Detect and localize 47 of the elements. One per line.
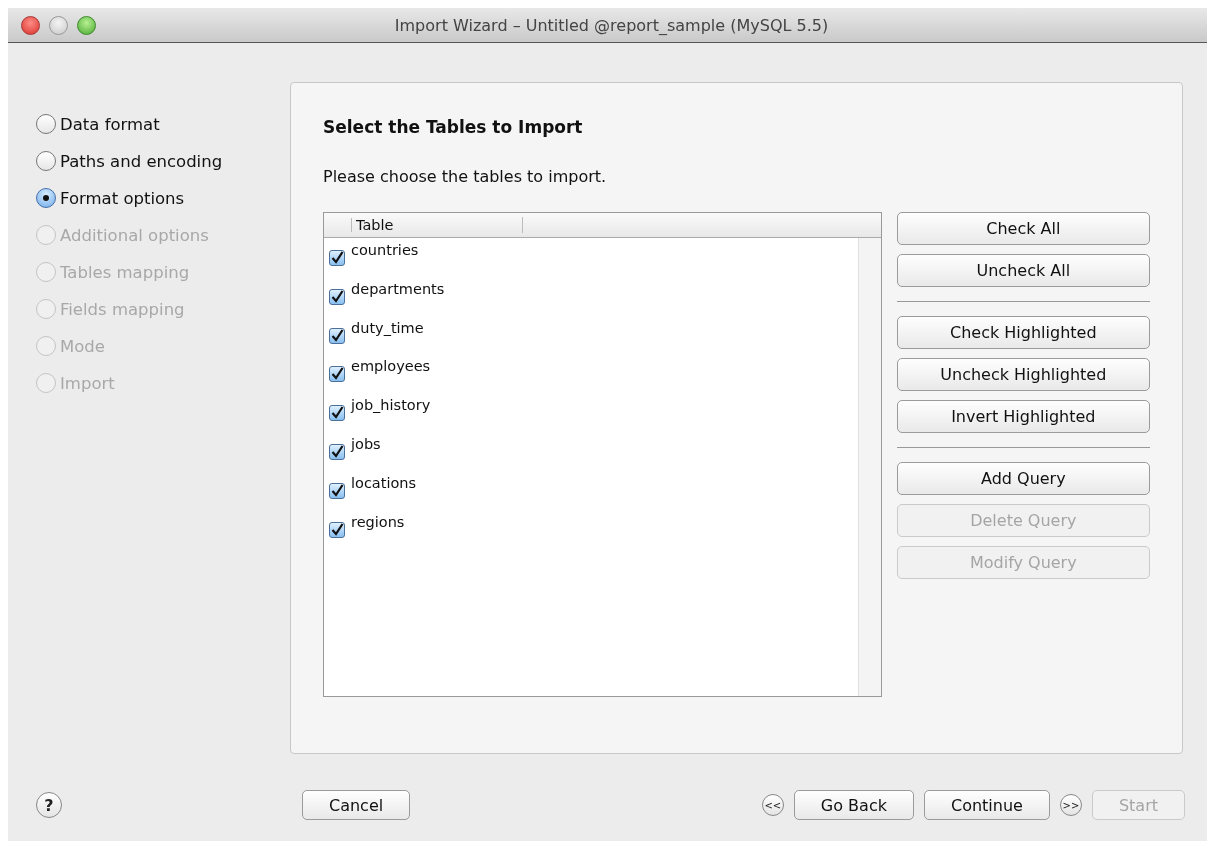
section-heading: Select the Tables to Import (323, 117, 584, 137)
nav-button[interactable]: Go Back (793, 790, 914, 820)
checkbox[interactable] (329, 250, 345, 266)
window-title: Import Wizard – Untitled @report_sample (MySQL 5.5) (393, 15, 830, 35)
step-button[interactable]: >> (1059, 794, 1082, 816)
table-name: locations (351, 474, 417, 491)
step-label: Format options (60, 188, 185, 208)
step-label: Mode (60, 336, 105, 356)
step-label: Import (60, 373, 115, 393)
radio-button[interactable] (36, 188, 56, 208)
column-header[interactable]: Table (352, 217, 523, 233)
checkbox[interactable] (329, 444, 345, 460)
table-name: departments (351, 280, 445, 297)
checkbox[interactable] (329, 482, 345, 499)
step-label: Tables mapping (60, 262, 190, 282)
help-button[interactable]: ? (36, 792, 62, 818)
action-button[interactable]: Invert Highlighted (896, 400, 1150, 433)
table-name: employees (351, 358, 431, 375)
radio-button[interactable] (36, 114, 56, 134)
table-name: job_history (351, 397, 431, 414)
checkbox[interactable] (329, 288, 345, 305)
cancel-button[interactable]: Cancel (302, 790, 411, 820)
table-name: duty_time (351, 319, 424, 336)
step-button[interactable]: << (761, 794, 784, 816)
zoom-icon[interactable] (77, 15, 96, 35)
checkbox[interactable] (329, 521, 345, 538)
checkbox[interactable] (329, 327, 345, 344)
action-button[interactable]: Uncheck Highlighted (896, 358, 1150, 391)
action-button[interactable]: Add Query (896, 462, 1150, 495)
close-icon[interactable] (21, 15, 40, 35)
step-label: Data format (60, 114, 160, 134)
step-label: Fields mapping (60, 299, 185, 319)
radio-button[interactable] (36, 151, 56, 171)
checkbox[interactable] (329, 366, 345, 383)
scroll-track[interactable] (857, 238, 881, 696)
minimize-icon[interactable] (49, 15, 68, 35)
nav-button[interactable]: Continue (923, 790, 1050, 820)
table-name: regions (351, 513, 405, 530)
table-name: jobs (351, 436, 381, 452)
step-label: Paths and encoding (60, 151, 223, 171)
action-button[interactable]: Check All (896, 212, 1150, 245)
action-button[interactable]: Uncheck All (896, 254, 1150, 287)
action-button[interactable]: Check Highlighted (896, 316, 1150, 349)
instruction-text: Please choose the tables to import. (323, 167, 608, 186)
checkbox[interactable] (329, 405, 345, 422)
table-name: countries (351, 242, 419, 258)
step-label: Additional options (60, 225, 209, 245)
